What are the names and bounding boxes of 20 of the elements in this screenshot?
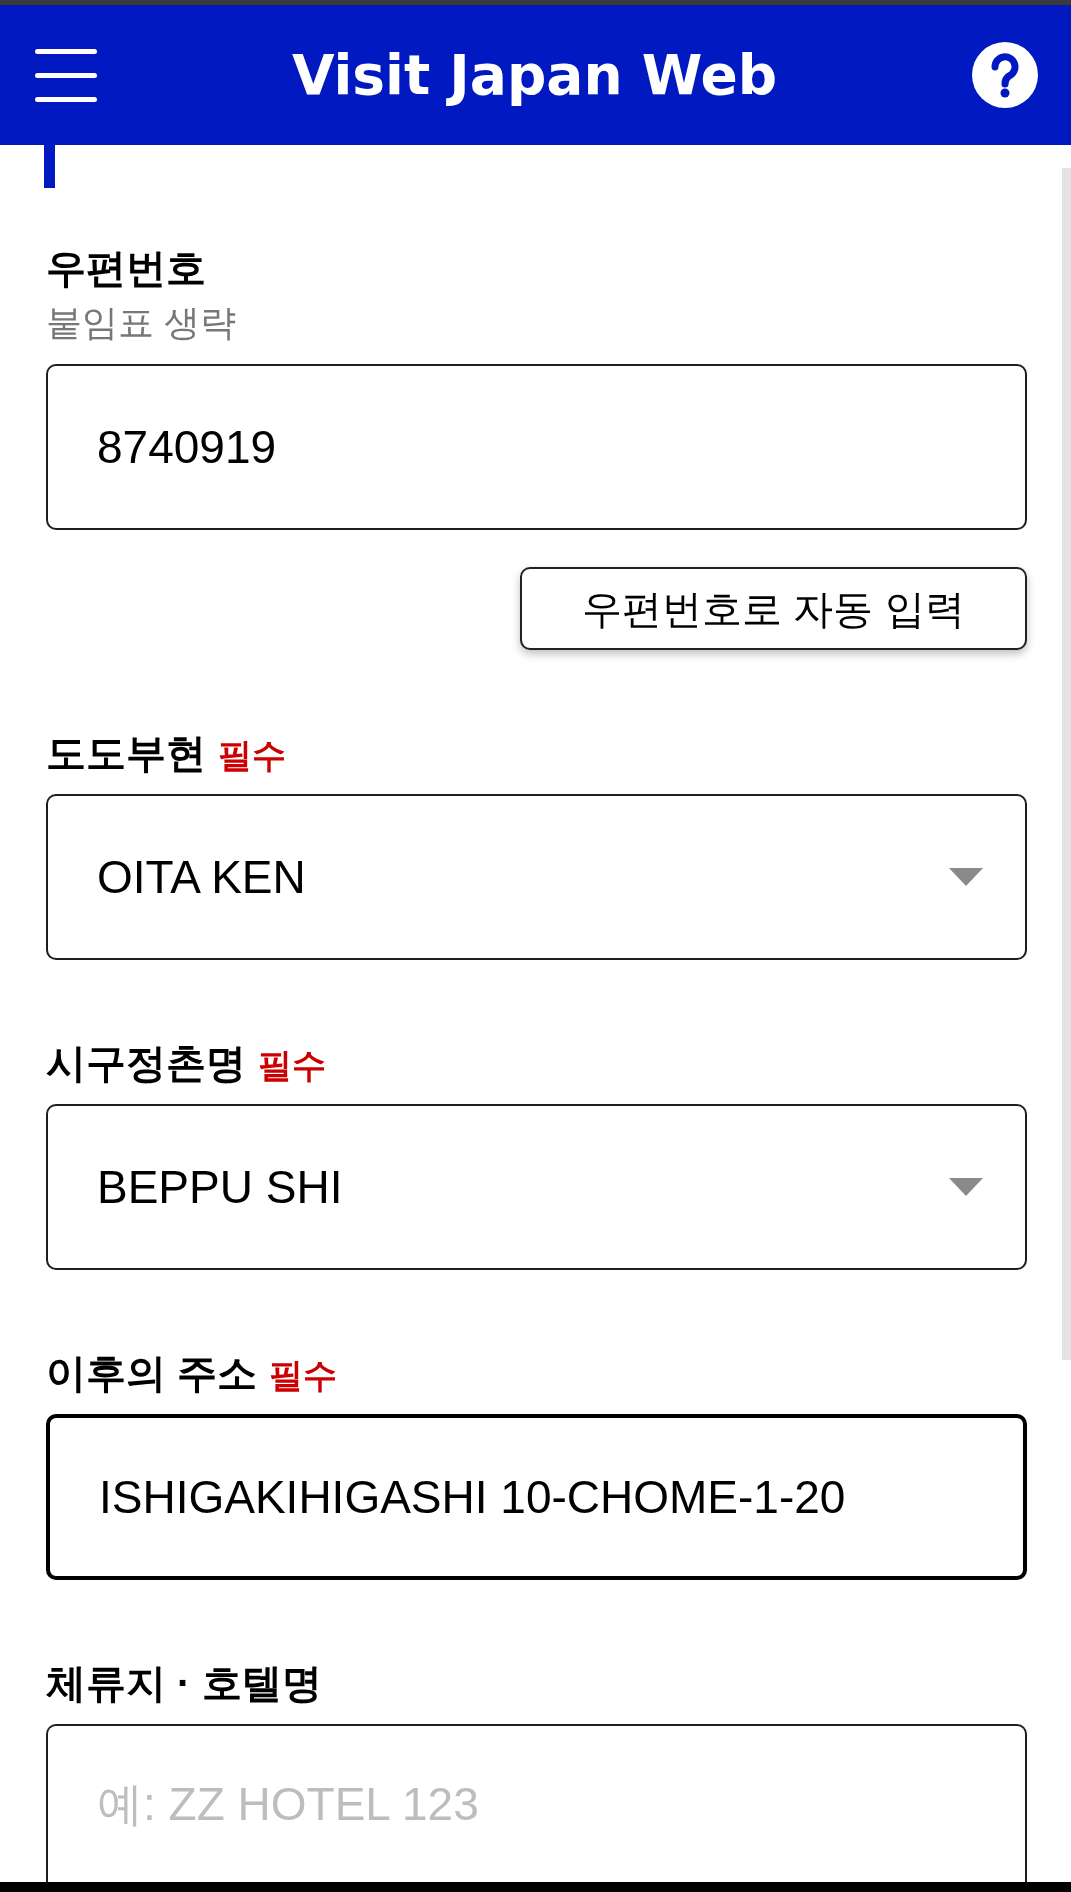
dropdown-select[interactable]: OITA KEN <box>46 794 1027 960</box>
text-field[interactable]: ISHIGAKIHIGASHI 10-CHOME-1-20 <box>46 1414 1027 1580</box>
autofill-button[interactable]: 우편번호로 자동 입력 <box>520 567 1027 650</box>
app-title: Visit Japan Web <box>291 43 778 107</box>
caret-icon <box>949 1178 983 1196</box>
text-field[interactable]: 예: ZZ HOTEL 123 <box>46 1724 1027 1882</box>
menu-icon[interactable] <box>35 48 97 102</box>
required-tag: 필수 <box>258 1041 326 1089</box>
field-label: 체류지 · 호텔명 <box>46 1660 322 1707</box>
field-hint: 붙임표 생략 <box>46 303 236 343</box>
help-icon[interactable] <box>972 42 1038 108</box>
field-label: 도도부현 <box>46 730 206 777</box>
field-label: 시구정촌명 <box>46 1040 246 1087</box>
required-tag: 필수 <box>218 731 286 779</box>
field-label: 이후의 주소 <box>46 1350 258 1397</box>
required-tag: 필수 <box>269 1351 338 1399</box>
caret-icon <box>949 868 983 886</box>
text-field[interactable]: 8740919 <box>46 364 1027 530</box>
dropdown-select[interactable]: BEPPU SHI <box>46 1104 1027 1270</box>
field-label: 우편번호 <box>46 245 206 292</box>
